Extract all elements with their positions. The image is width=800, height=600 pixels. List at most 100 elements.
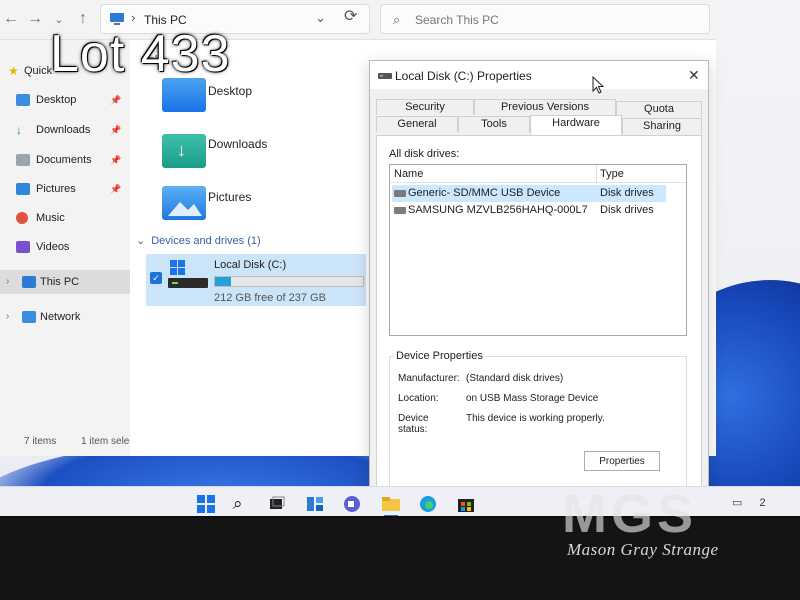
close-icon[interactable]: ✕: [688, 67, 700, 84]
search-icon: ⌕: [393, 12, 401, 27]
folder-downloads-icon[interactable]: ↓: [162, 134, 206, 168]
address-dropdown-icon[interactable]: ⌄: [315, 10, 326, 26]
devices-header-label: Devices and drives (1): [151, 235, 261, 247]
disk-list-header: Name Type: [390, 165, 686, 183]
pin-icon[interactable]: 📌: [110, 88, 121, 112]
edge-browser-icon[interactable]: [419, 495, 437, 513]
folder-pictures-icon[interactable]: [162, 186, 206, 220]
network-icon: [22, 311, 36, 323]
tab-general[interactable]: General: [376, 116, 458, 132]
sidebar-item-label: This PC: [40, 276, 80, 288]
hard-drive-icon: [168, 260, 208, 288]
sidebar-item-pictures[interactable]: Pictures 📌: [0, 177, 130, 201]
column-header-name[interactable]: Name: [394, 168, 423, 180]
disk-row-generic-sd-mmc[interactable]: Generic- SD/MMC USB Device Disk drives: [392, 185, 666, 202]
tab-label: General: [397, 118, 437, 130]
arrow-right-icon: →: [27, 10, 43, 27]
search-input[interactable]: [415, 10, 695, 30]
tab-security[interactable]: Security: [376, 99, 474, 115]
sidebar-item-label: Desktop: [36, 94, 77, 106]
arrow-left-icon: ←: [3, 10, 19, 27]
device-properties-group: Device Properties Manufacturer: (Standar…: [389, 350, 687, 498]
sidebar-item-downloads[interactable]: ↓ Downloads 📌: [0, 118, 130, 142]
devices-and-drives-header[interactable]: ⌄ Devices and drives (1): [136, 234, 261, 247]
pin-icon[interactable]: 📌: [110, 177, 121, 201]
mountain-icon: [168, 202, 202, 216]
sidebar-item-label: Documents: [36, 154, 92, 166]
dialog-title: Local Disk (C:) Properties: [395, 69, 532, 83]
folder-downloads-label[interactable]: Downloads: [208, 137, 267, 151]
dialog-titlebar[interactable]: Local Disk (C:) Properties ✕: [370, 61, 708, 89]
drive-icon: [378, 73, 392, 79]
videos-icon: [16, 241, 30, 253]
lot-number-overlay: Lot 433: [50, 25, 231, 83]
chat-icon[interactable]: [343, 495, 361, 513]
sidebar-item-music[interactable]: Music: [0, 206, 130, 230]
pin-icon[interactable]: 📌: [110, 118, 121, 142]
status-item-count: 7 items: [24, 436, 57, 447]
widgets-icon[interactable]: [306, 495, 324, 513]
sidebar-item-documents[interactable]: Documents 📌: [0, 148, 130, 172]
tab-hardware[interactable]: Hardware: [530, 115, 622, 135]
tab-label: Sharing: [643, 120, 681, 132]
pin-icon[interactable]: 📌: [110, 148, 121, 172]
sidebar-item-label: Downloads: [36, 124, 91, 136]
tab-label: Tools: [481, 118, 507, 130]
tab-label: Quota: [644, 103, 674, 115]
column-divider[interactable]: [596, 165, 597, 183]
file-explorer-taskbar-icon[interactable]: [382, 495, 400, 513]
checkbox-checked-icon[interactable]: ✓: [150, 272, 162, 284]
music-icon: [16, 212, 28, 224]
sidebar-item-network[interactable]: › Network: [0, 305, 130, 329]
pictures-icon: [16, 183, 30, 195]
watermark-logo-text: MGS: [562, 488, 697, 536]
tab-tools[interactable]: Tools: [458, 116, 530, 132]
sidebar-item-label: Pictures: [36, 183, 76, 195]
sidebar-item-label: Music: [36, 212, 65, 224]
sidebar-item-desktop[interactable]: Desktop 📌: [0, 88, 130, 112]
this-pc-icon: [22, 276, 36, 288]
chevron-down-icon: ⌄: [136, 235, 146, 247]
forward-button[interactable]: →: [24, 8, 46, 30]
folder-pictures-label[interactable]: Pictures: [208, 190, 251, 204]
column-header-type[interactable]: Type: [600, 168, 624, 180]
store-icon[interactable]: [457, 495, 475, 513]
disk-drives-list[interactable]: Name Type Generic- SD/MMC USB Device Dis…: [389, 164, 687, 336]
sidebar-item-this-pc[interactable]: › This PC: [0, 270, 130, 294]
mgs-watermark-logo: MGS: [562, 488, 697, 536]
download-icon: ↓: [16, 123, 22, 137]
refresh-icon[interactable]: ⟳: [344, 6, 357, 26]
drive-usage-bar: [214, 276, 364, 287]
disk-row-samsung[interactable]: SAMSUNG MZVLB256HAHQ-000L7 Disk drives: [392, 202, 666, 219]
clock[interactable]: 2: [759, 497, 765, 509]
drive-local-disk-c[interactable]: ✓ Local Disk (C:) 212 GB free of 237 GB: [146, 254, 366, 306]
windows-start-icon[interactable]: [197, 495, 215, 513]
sidebar-quick-access-label: Quick: [24, 65, 53, 77]
disk-row-type: Disk drives: [600, 187, 654, 199]
star-icon: ★: [8, 64, 19, 78]
device-properties-legend: Device Properties: [394, 350, 485, 362]
chevron-right-icon[interactable]: ›: [6, 270, 9, 294]
download-arrow-icon: ↓: [177, 140, 186, 160]
chevron-right-icon[interactable]: ›: [6, 305, 9, 329]
device-status-label: Device status:: [398, 413, 429, 435]
sidebar-item-videos[interactable]: Videos: [0, 235, 130, 259]
drive-name: Local Disk (C:): [214, 259, 287, 271]
tab-quota[interactable]: Quota: [616, 101, 702, 117]
chevron-right-icon: ›: [131, 10, 136, 25]
drive-free-space: 212 GB free of 237 GB: [214, 292, 326, 304]
location-value: on USB Mass Storage Device: [466, 393, 599, 404]
search-box[interactable]: ⌕: [380, 4, 710, 34]
task-view-icon[interactable]: [268, 495, 286, 513]
back-button[interactable]: ←: [0, 8, 22, 30]
tab-sharing[interactable]: Sharing: [622, 118, 702, 134]
disk-row-type: Disk drives: [600, 204, 654, 216]
properties-button[interactable]: Properties: [584, 451, 660, 471]
tab-previous-versions[interactable]: Previous Versions: [474, 99, 616, 115]
disk-row-name: Generic- SD/MMC USB Device: [408, 187, 561, 199]
folder-desktop-label[interactable]: Desktop: [208, 84, 252, 98]
tab-label: Security: [405, 101, 445, 113]
hardware-tab-panel: All disk drives: Name Type Generic- SD/M…: [376, 135, 702, 509]
search-icon[interactable]: ⌕: [233, 495, 251, 513]
disk-row-name: SAMSUNG MZVLB256HAHQ-000L7: [408, 204, 588, 216]
